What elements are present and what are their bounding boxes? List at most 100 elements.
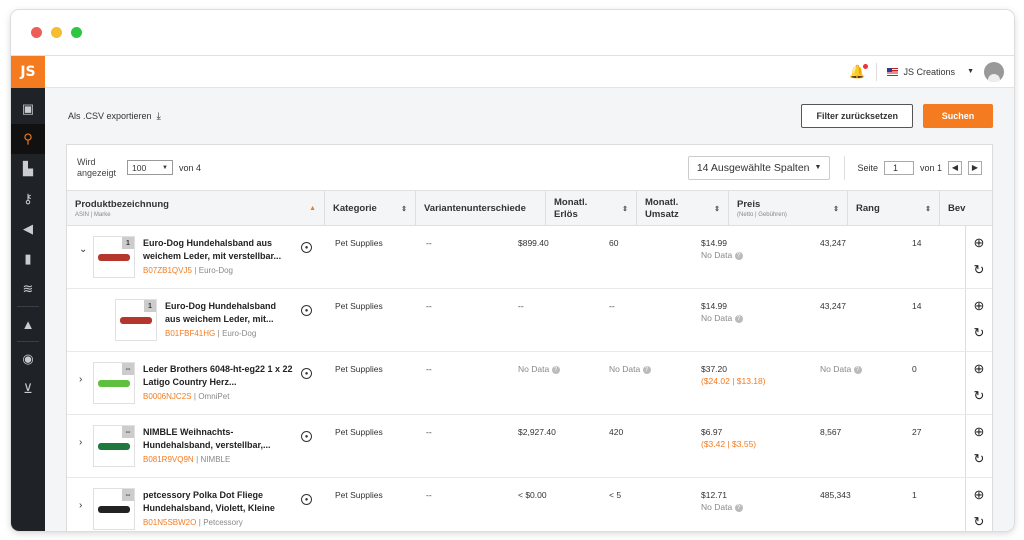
product-name[interactable]: NIMBLE Weihnachts-Hundehalsband, verstel…: [143, 426, 293, 451]
help-icon[interactable]: ?: [734, 251, 743, 260]
table-row[interactable]: ⌄ 1 Euro-Dog Hundehalsband aus weichem L…: [67, 226, 992, 289]
main-content: Als .CSV exportieren ⤓ Filter zurücksetz…: [45, 88, 1014, 531]
help-icon[interactable]: ?: [642, 365, 651, 374]
graduation-cap-icon[interactable]: ▲: [11, 309, 45, 339]
add-circle-icon[interactable]: ⊕: [972, 487, 986, 502]
reset-filter-button[interactable]: Filter zurücksetzen: [801, 104, 913, 128]
units-value: 60: [609, 238, 619, 248]
tracker-icon[interactable]: ●: [301, 242, 312, 253]
asin-link[interactable]: B081R9VQ9N: [143, 455, 194, 464]
export-csv-link[interactable]: Als .CSV exportieren ⤓: [68, 111, 161, 122]
key-icon[interactable]: ⚷: [11, 184, 45, 214]
refresh-icon[interactable]: ↻: [972, 514, 986, 529]
col-price[interactable]: Preis (Netto | Gebühren) ⇕: [729, 191, 848, 226]
product-name[interactable]: petcessory Polka Dot Fliege Hundehalsban…: [143, 489, 293, 514]
product-image[interactable]: --: [93, 362, 135, 404]
help-icon[interactable]: ?: [734, 314, 743, 323]
per-page-select[interactable]: 100 ▼: [127, 160, 173, 175]
expand-chevron-icon[interactable]: ›: [79, 500, 82, 511]
product-image[interactable]: 1: [115, 299, 157, 341]
account-switcher[interactable]: JS Creations ▼: [886, 67, 974, 77]
tracker-icon[interactable]: ●: [301, 431, 312, 442]
academy-icon[interactable]: ≋: [11, 274, 45, 304]
expand-chevron-icon[interactable]: ⌄: [79, 244, 87, 255]
maximize-dot[interactable]: [71, 27, 82, 38]
sort-icon[interactable]: ⇕: [714, 205, 720, 213]
asin-link[interactable]: B01FBF41HG: [165, 329, 215, 338]
sort-icon[interactable]: ⇕: [401, 205, 407, 213]
revenue-value: < $0.00: [518, 490, 547, 500]
product-collar-shape: [98, 380, 130, 387]
sort-icon[interactable]: ⇕: [925, 205, 931, 213]
table-row[interactable]: › -- Leder Brothers 6048-ht-eg22 1 x 22 …: [67, 352, 992, 415]
col-category[interactable]: Kategorie ⇕: [325, 191, 416, 226]
tracker-icon[interactable]: ●: [301, 494, 312, 505]
product-name[interactable]: Leder Brothers 6048-ht-eg22 1 x 22 Latig…: [143, 363, 293, 388]
add-circle-icon[interactable]: ⊕: [972, 424, 986, 439]
help-icon[interactable]: ?: [734, 503, 743, 512]
js-logo[interactable]: JS: [11, 56, 45, 88]
megaphone-icon[interactable]: ◀: [11, 214, 45, 244]
cart-icon[interactable]: ⊻: [11, 374, 45, 404]
expand-chevron-icon[interactable]: ›: [79, 437, 82, 448]
top-bar: 🔔 JS Creations ▼: [45, 56, 1014, 88]
refresh-icon[interactable]: ↻: [972, 325, 986, 340]
brand-separator: |: [198, 518, 201, 527]
refresh-icon[interactable]: ↻: [972, 388, 986, 403]
col-variants[interactable]: Variantenunterschiede: [416, 191, 546, 226]
chrome-icon[interactable]: ◉: [11, 344, 45, 374]
product-name[interactable]: Euro-Dog Hundehalsband aus weichem Leder…: [143, 237, 293, 262]
column-selector-label: 14 Ausgewählte Spalten: [696, 161, 810, 174]
table-row[interactable]: › -- NIMBLE Weihnachts-Hundehalsband, ve…: [67, 415, 992, 478]
next-page-button[interactable]: ▶: [968, 160, 982, 175]
chevron-down-icon: ▼: [967, 68, 974, 75]
help-icon[interactable]: ?: [853, 365, 862, 374]
building-icon[interactable]: ▙: [11, 154, 45, 184]
sort-asc-icon[interactable]: ▲: [309, 205, 316, 212]
col-revenue[interactable]: Monatl. Erlös ⇕: [546, 191, 637, 226]
minimize-dot[interactable]: [51, 27, 62, 38]
table-row[interactable]: › -- petcessory Polka Dot Fliege Hundeha…: [67, 478, 992, 531]
tracker-icon[interactable]: ●: [301, 305, 312, 316]
col-reviews-label: Bev: [948, 203, 966, 214]
col-units[interactable]: Monatl. Umsatz ⇕: [637, 191, 729, 226]
col-product[interactable]: Produktbezeichnung ASIN | Marke ▲: [67, 191, 325, 226]
add-circle-icon[interactable]: ⊕: [972, 361, 986, 376]
asin-link[interactable]: B01N5SBW2O: [143, 518, 196, 527]
revenue-value: No Data: [518, 364, 550, 374]
briefcase-icon[interactable]: ▣: [11, 94, 45, 124]
product-name[interactable]: Euro-Dog Hundehalsband aus weichem Leder…: [165, 300, 293, 325]
bar-chart-icon[interactable]: ▮: [11, 244, 45, 274]
page-input[interactable]: 1: [883, 160, 914, 175]
close-dot[interactable]: [31, 27, 42, 38]
sort-icon[interactable]: ⇕: [622, 205, 628, 213]
refresh-icon[interactable]: ↻: [972, 451, 986, 466]
product-image[interactable]: --: [93, 425, 135, 467]
asin-link[interactable]: B07ZB1QVJ5: [143, 266, 192, 275]
reviews-value: 14: [912, 301, 922, 311]
brand-name: NIMBLE: [200, 455, 231, 464]
tracker-icon[interactable]: ●: [301, 368, 312, 379]
asin-link[interactable]: B0006NJC2S: [143, 392, 191, 401]
search-icon[interactable]: ⚲: [11, 124, 45, 154]
avatar[interactable]: [984, 61, 1004, 82]
column-selector[interactable]: 14 Ausgewählte Spalten ▼: [687, 155, 831, 180]
help-icon[interactable]: ?: [551, 365, 560, 374]
prev-page-button[interactable]: ◀: [948, 160, 962, 175]
expand-chevron-icon[interactable]: ›: [79, 374, 82, 385]
category-value: Pet Supplies: [335, 364, 383, 374]
table-row[interactable]: 1 Euro-Dog Hundehalsband aus weichem Led…: [67, 289, 992, 352]
sort-icon[interactable]: ⇕: [833, 205, 839, 213]
product-image[interactable]: --: [93, 488, 135, 530]
col-reviews[interactable]: Bev: [940, 191, 992, 226]
download-icon: ⤓: [156, 110, 161, 122]
add-circle-icon[interactable]: ⊕: [972, 235, 986, 250]
bell-icon[interactable]: 🔔: [849, 63, 868, 80]
col-rank[interactable]: Rang ⇕: [848, 191, 940, 226]
add-circle-icon[interactable]: ⊕: [972, 298, 986, 313]
search-button[interactable]: Suchen: [923, 104, 993, 128]
product-image[interactable]: 1: [93, 236, 135, 278]
table-body: ⌄ 1 Euro-Dog Hundehalsband aus weichem L…: [67, 226, 992, 531]
refresh-icon[interactable]: ↻: [972, 262, 986, 277]
variants-value: --: [426, 427, 432, 437]
